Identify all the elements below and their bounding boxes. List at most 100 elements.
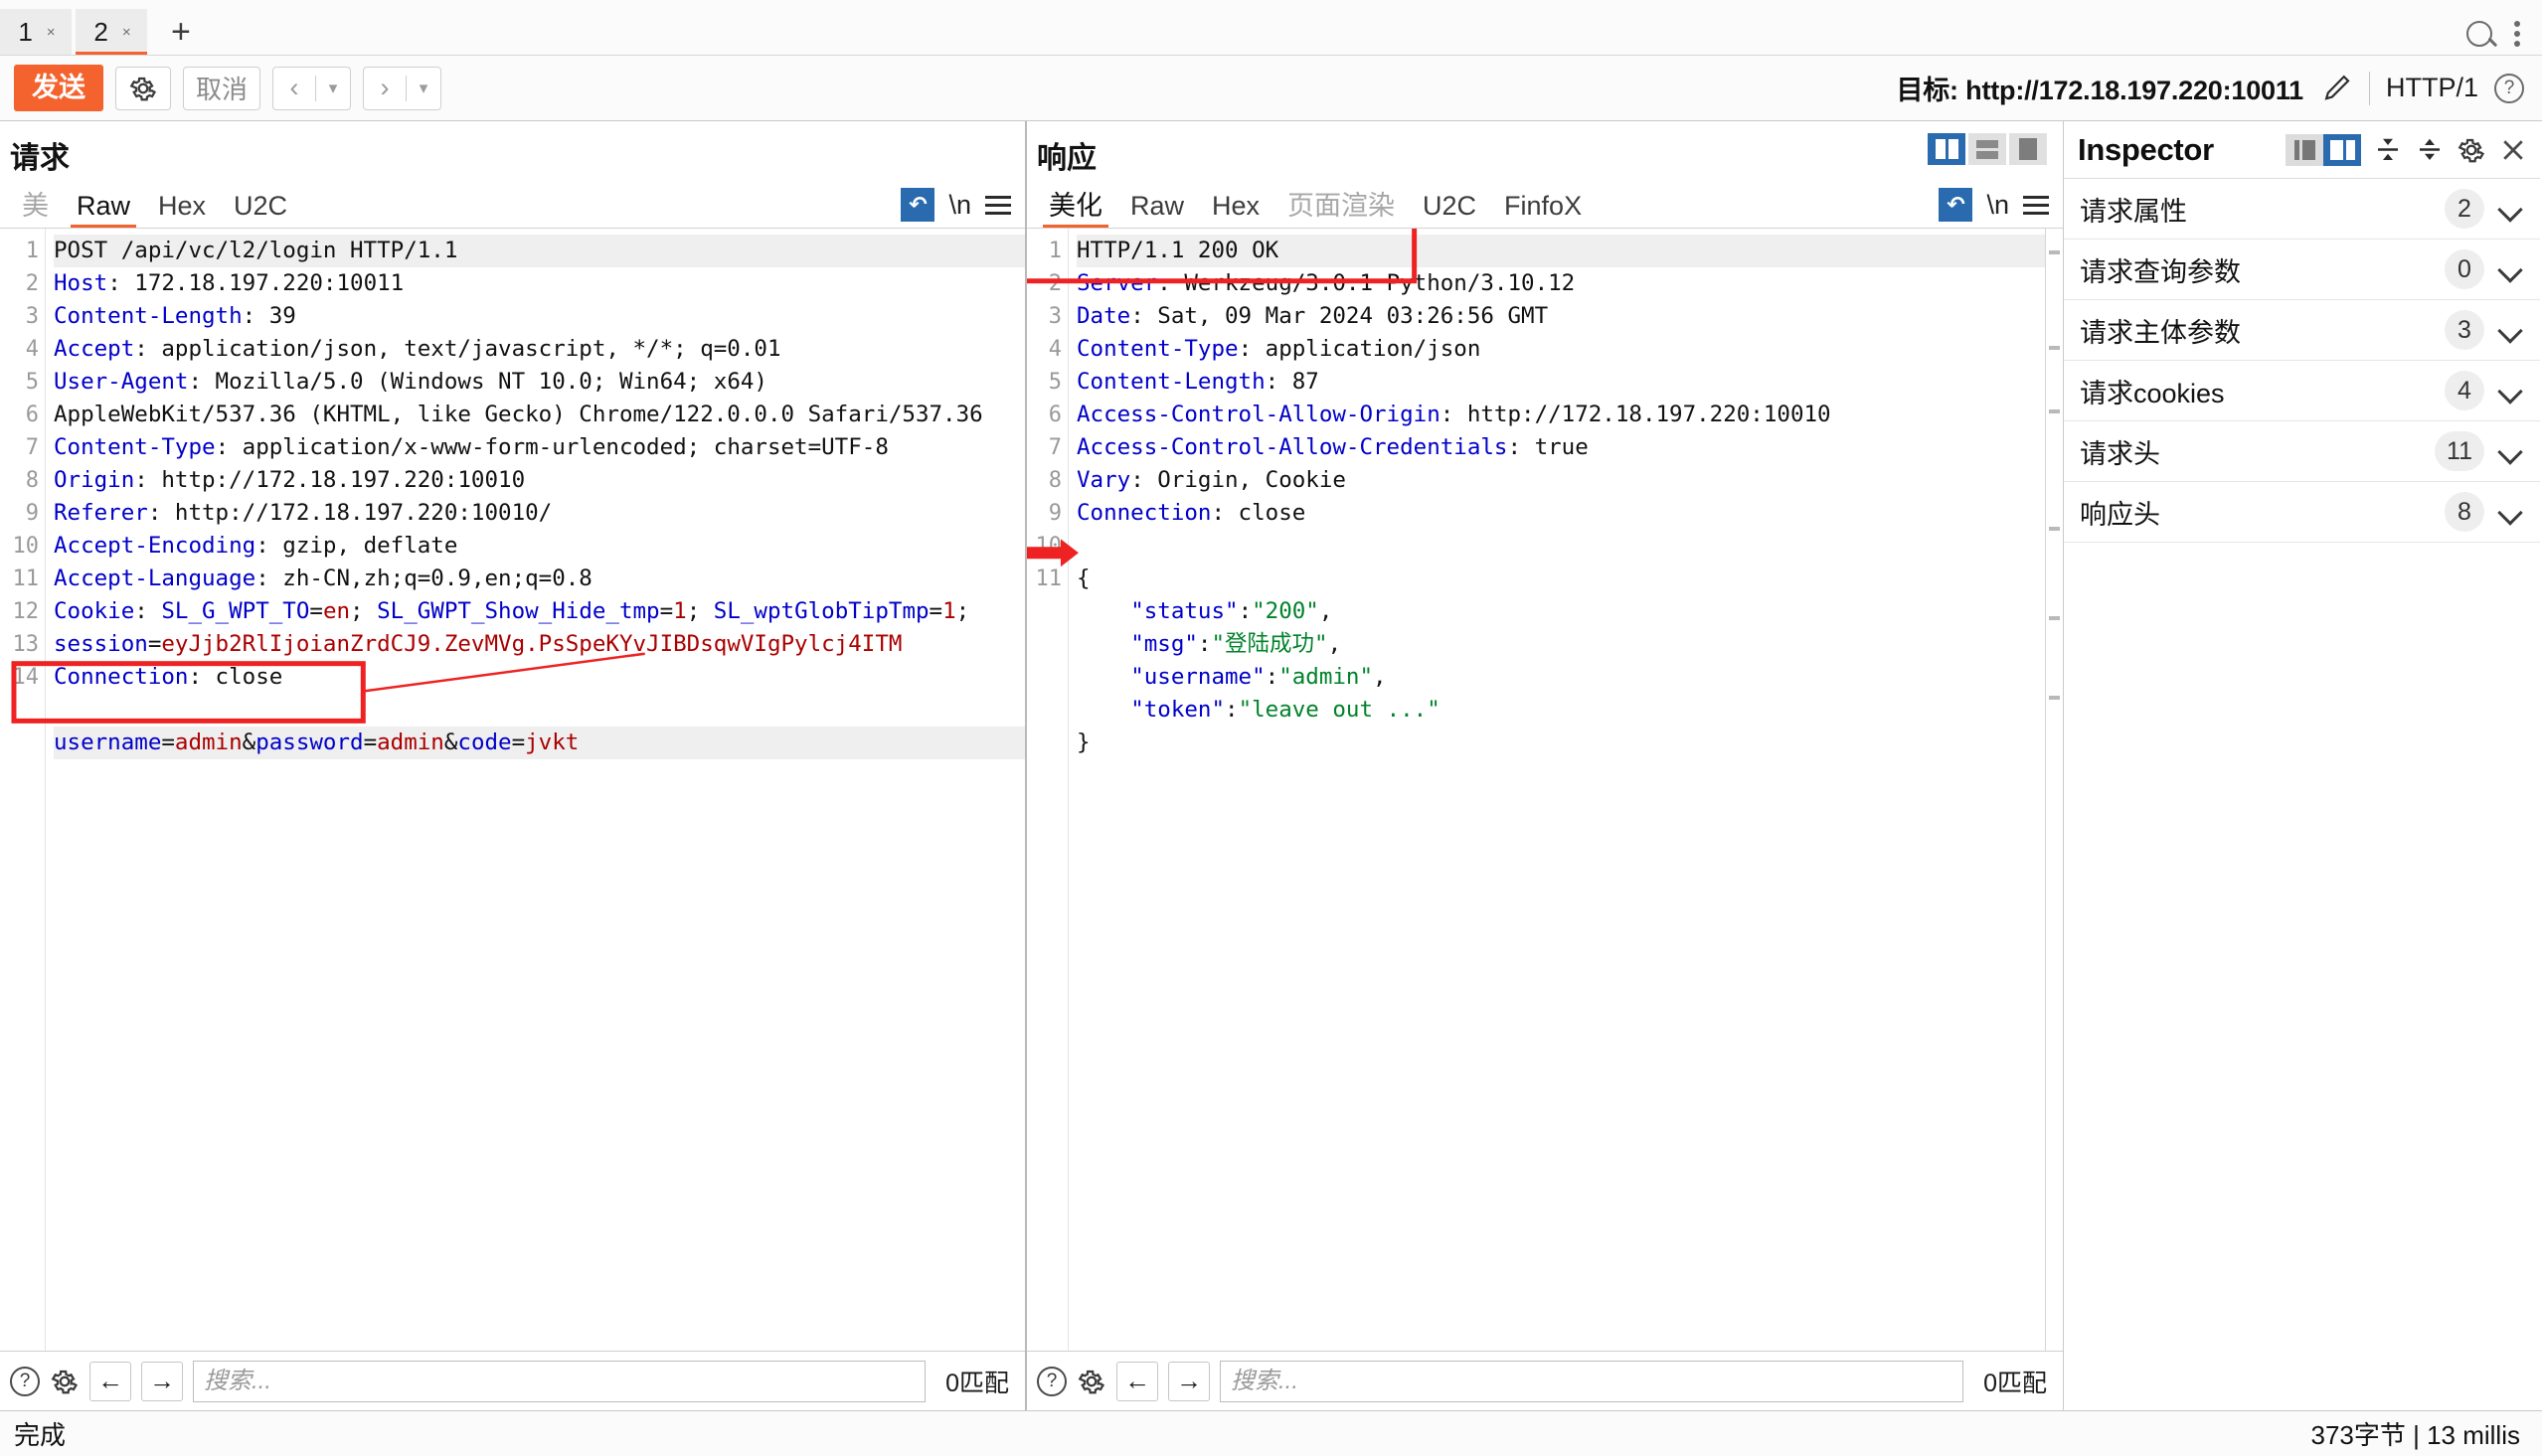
gear-icon[interactable] (2457, 135, 2486, 165)
code-line[interactable]: Accept-Language: zh-CN,zh;q=0.9,en;q=0.8 (54, 563, 1025, 595)
code-line[interactable]: User-Agent: Mozilla/5.0 (Windows NT 10.0… (54, 366, 1025, 399)
newline-toggle[interactable]: \n (1986, 190, 2009, 221)
request-editor[interactable]: 1 2 3 4 5 6 7 8 9 10 11 12 13 14 POST /api/vc/l2/logi… (0, 229, 1025, 1351)
inspector-row-request-headers[interactable]: 请求头 11 (2064, 421, 2540, 482)
prev-request-button[interactable]: ‹ ▾ (272, 66, 352, 110)
response-code[interactable]: HTTP/1.1 200 OK Server: Werkzeug/3.0.1 Py… (1069, 229, 2045, 1351)
find-next-button[interactable]: → (1168, 1361, 1210, 1401)
inspector-row-cookies[interactable]: 请求cookies 4 (2064, 361, 2540, 421)
code-line[interactable]: Accept: application/json, text/javascrip… (54, 333, 1025, 366)
code-line[interactable]: Access-Control-Allow-Origin: http://172.… (1077, 399, 2045, 431)
help-circle-icon[interactable]: ? (1037, 1366, 1067, 1396)
code-line[interactable]: Content-Type: application/json (1077, 333, 2045, 366)
chevron-down-icon[interactable] (2498, 256, 2524, 282)
tab-response-hex[interactable]: Hex (1198, 193, 1273, 228)
code-line[interactable]: Content-Length: 87 (1077, 366, 2045, 399)
code-line[interactable]: Connection: close (54, 661, 1025, 694)
code-line[interactable]: username=admin&password=admin&code=jvkt (54, 727, 1025, 759)
chevron-down-icon[interactable]: ▾ (316, 68, 350, 109)
find-prev-button[interactable]: ← (1116, 1361, 1158, 1401)
code-line[interactable]: AppleWebKit/537.36 (KHTML, like Gecko) C… (54, 399, 1025, 431)
response-editor[interactable]: 1 2 3 4 5 6 7 8 9 10 11 HTTP/1.1 200 OK Server: Wer… (1027, 229, 2063, 1351)
code-line[interactable]: "status":"200", (1077, 595, 2045, 628)
session-tab-2[interactable]: 2 × (76, 9, 147, 55)
word-wrap-icon[interactable]: ↶ (1939, 188, 1973, 222)
code-line[interactable]: "username":"admin", (1077, 661, 2045, 694)
kebab-menu-icon[interactable] (2514, 21, 2520, 47)
code-line[interactable]: session=eyJjb2RlIjoianZrdCJ9.ZevMVg.PsSp… (54, 628, 1025, 661)
gear-icon[interactable] (50, 1367, 80, 1396)
help-circle-icon[interactable]: ? (10, 1366, 40, 1396)
code-line[interactable]: POST /api/vc/l2/login HTTP/1.1 (54, 235, 1025, 267)
tab-request-hex[interactable]: Hex (144, 193, 220, 228)
inspector-row-response-headers[interactable]: 响应头 8 (2064, 482, 2540, 543)
tab-response-raw[interactable]: Raw (1116, 193, 1198, 228)
code-line[interactable]: Origin: http://172.18.197.220:10010 (54, 464, 1025, 497)
split-vertical-icon[interactable] (1928, 133, 1965, 165)
pencil-icon[interactable] (2319, 72, 2353, 105)
chevron-down-icon[interactable] (2498, 317, 2524, 343)
chevron-down-icon[interactable] (2498, 378, 2524, 404)
code-line[interactable]: Date: Sat, 09 Mar 2024 03:26:56 GMT (1077, 300, 2045, 333)
tab-response-beautify[interactable]: 美化 (1035, 193, 1116, 228)
help-circle-icon[interactable]: ? (2494, 73, 2524, 103)
code-line[interactable]: } (1077, 727, 2045, 759)
session-tab-1[interactable]: 1 × (0, 9, 72, 55)
tab-response-u2c[interactable]: U2C (1409, 193, 1490, 228)
code-line[interactable]: Referer: http://172.18.197.220:10010/ (54, 497, 1025, 530)
chevron-down-icon[interactable] (2498, 499, 2524, 525)
tab-response-render[interactable]: 页面渲染 (1273, 193, 1409, 228)
tab-response-finfox[interactable]: FinfoX (1490, 193, 1596, 228)
code-line[interactable]: Content-Type: application/x-www-form-url… (54, 431, 1025, 464)
code-line[interactable]: Cookie: SL_G_WPT_TO=en; SL_GWPT_Show_Hid… (54, 595, 1025, 628)
tab-request-raw[interactable]: Raw (63, 193, 144, 228)
code-line[interactable]: Vary: Origin, Cookie (1077, 464, 2045, 497)
newline-toggle[interactable]: \n (948, 190, 971, 221)
close-icon[interactable]: × (122, 24, 131, 41)
code-line[interactable]: Access-Control-Allow-Credentials: true (1077, 431, 2045, 464)
cancel-button[interactable]: 取消 (183, 66, 261, 110)
tab-request-beautify[interactable]: 美 (8, 193, 63, 228)
gear-icon[interactable] (1077, 1367, 1106, 1396)
close-icon[interactable] (2498, 135, 2528, 165)
word-wrap-icon[interactable]: ↶ (901, 188, 935, 222)
add-tab-button[interactable]: + (151, 15, 211, 55)
next-request-button[interactable]: › ▾ (363, 66, 442, 110)
tab-request-u2c[interactable]: U2C (220, 193, 301, 228)
code-line[interactable] (54, 694, 1025, 727)
find-prev-button[interactable]: ← (89, 1361, 131, 1401)
hamburger-menu-icon[interactable] (2023, 195, 2049, 215)
hamburger-menu-icon[interactable] (985, 195, 1011, 215)
expand-all-icon[interactable] (2415, 135, 2445, 165)
inspector-row-query-params[interactable]: 请求查询参数 0 (2064, 240, 2540, 300)
code-line[interactable] (1077, 530, 2045, 563)
response-search-input[interactable] (1220, 1360, 1964, 1402)
code-line[interactable]: Host: 172.18.197.220:10011 (54, 267, 1025, 300)
code-line[interactable]: Content-Length: 39 (54, 300, 1025, 333)
request-code[interactable]: POST /api/vc/l2/login HTTP/1.1 Host: 172.… (46, 229, 1025, 1351)
send-button[interactable]: 发送 (14, 64, 103, 112)
code-line[interactable]: "msg":"登陆成功", (1077, 628, 2045, 661)
search-icon[interactable] (2466, 21, 2492, 47)
split-horizontal-icon[interactable] (1968, 133, 2006, 165)
request-search-input[interactable] (193, 1360, 927, 1402)
inspector-row-request-attributes[interactable]: 请求属性 2 (2064, 179, 2540, 240)
send-settings-button[interactable] (115, 66, 171, 110)
collapse-all-icon[interactable] (2373, 135, 2403, 165)
code-line[interactable]: Server: Werkzeug/3.0.1 Python/3.10.12 (1077, 267, 2045, 300)
chevron-down-icon[interactable] (2498, 196, 2524, 222)
inspector-row-body-params[interactable]: 请求主体参数 3 (2064, 300, 2540, 361)
code-line[interactable]: Accept-Encoding: gzip, deflate (54, 530, 1025, 563)
layout-left-icon[interactable] (2286, 133, 2323, 166)
code-line[interactable]: { (1077, 563, 2045, 595)
single-pane-icon[interactable] (2009, 133, 2047, 165)
code-line[interactable]: "token":"leave out ..." (1077, 694, 2045, 727)
layout-right-icon[interactable] (2323, 133, 2361, 166)
code-line[interactable]: HTTP/1.1 200 OK (1077, 235, 2045, 267)
chevron-down-icon[interactable] (2498, 438, 2524, 464)
find-next-button[interactable]: → (141, 1361, 183, 1401)
code-line[interactable]: Connection: close (1077, 497, 2045, 530)
chevron-down-icon[interactable]: ▾ (407, 68, 440, 109)
close-icon[interactable]: × (47, 24, 56, 41)
response-minimap[interactable] (2045, 229, 2063, 1351)
